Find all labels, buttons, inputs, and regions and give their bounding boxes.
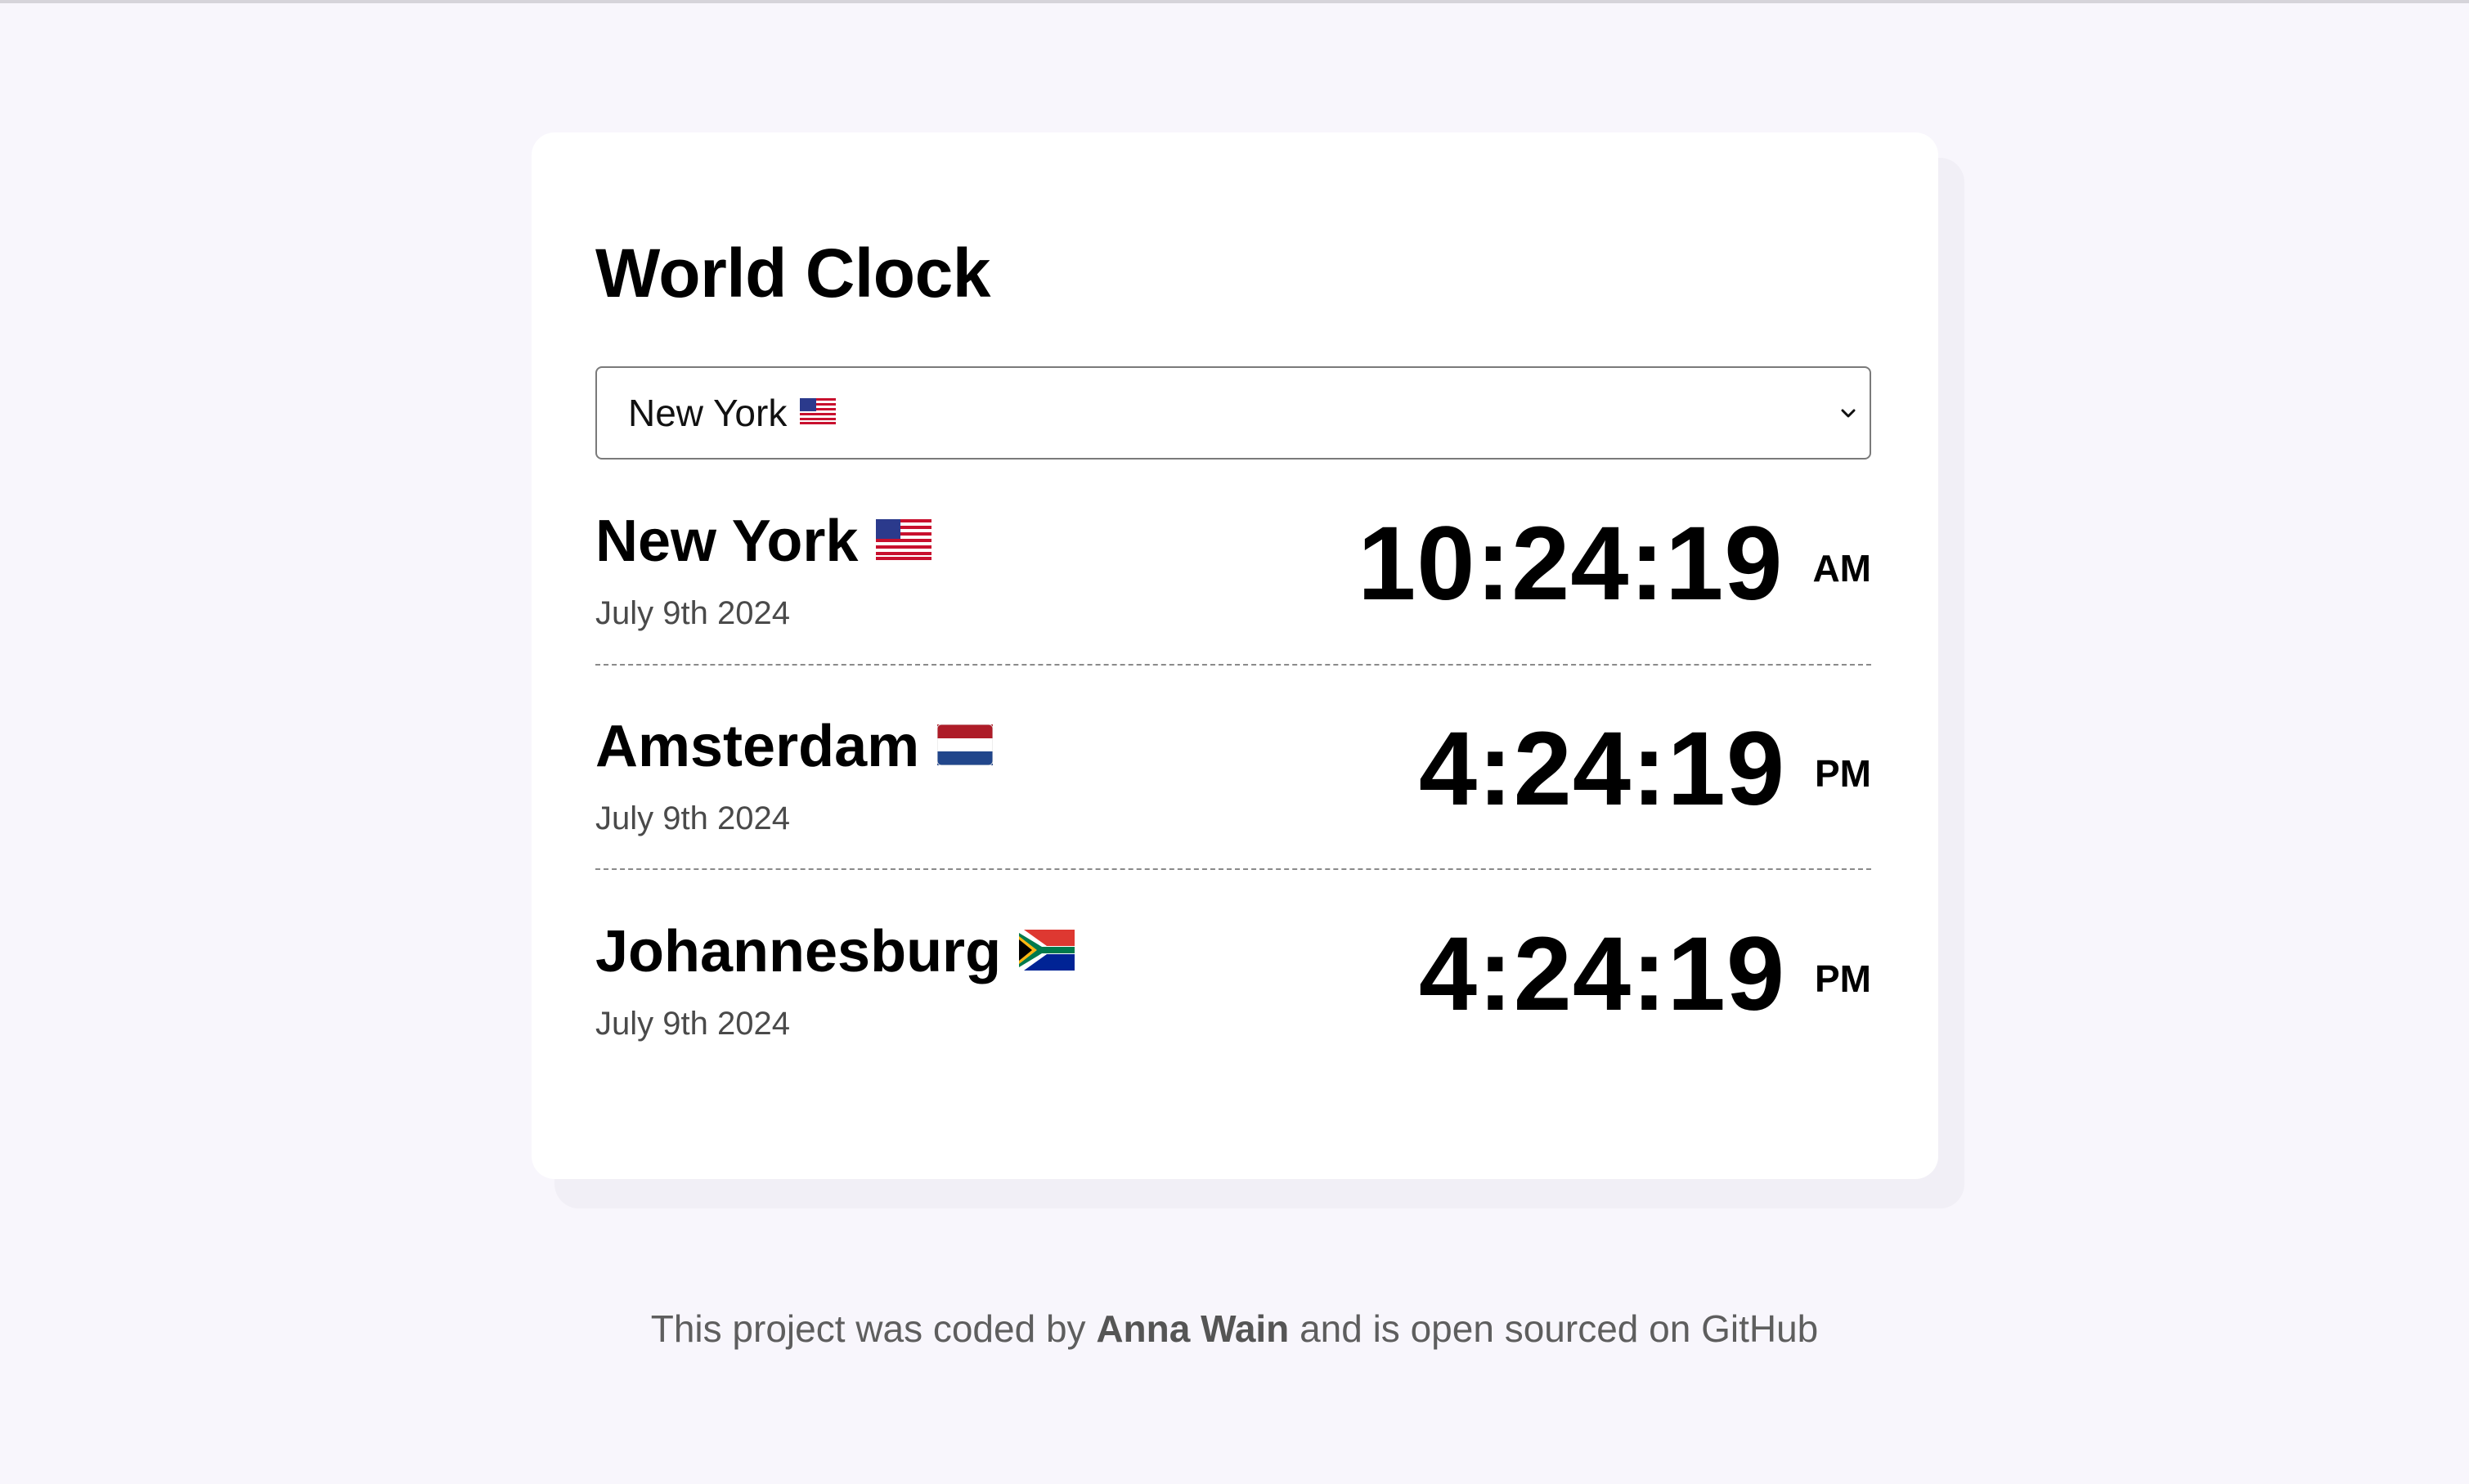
- city-name-label: Johannesburg: [595, 919, 1002, 984]
- clock-row-amsterdam: Amsterdam July 9th 2024 4:24:19 PM: [595, 717, 1871, 881]
- city-select-value: New York: [628, 392, 788, 434]
- author-name: Anna Wain: [1096, 1307, 1290, 1350]
- city-name-label: Amsterdam: [595, 714, 920, 779]
- south-africa-flag-icon: [1019, 921, 1075, 980]
- time-period: AM: [1812, 547, 1871, 590]
- time-period: PM: [1815, 752, 1871, 795]
- city-name: New York: [595, 509, 932, 575]
- city-date: July 9th 2024: [595, 800, 790, 836]
- city-name: Amsterdam: [595, 714, 994, 780]
- footer-prefix: This project was coded by: [650, 1307, 1086, 1350]
- time-display: 4:24:19 PM: [1419, 922, 1871, 1027]
- us-flag-icon: [800, 397, 837, 428]
- footer-middle: and is: [1300, 1307, 1400, 1350]
- city-date: July 9th 2024: [595, 595, 790, 631]
- time-value: 4:24:19: [1418, 916, 1785, 1033]
- time-value: 10:24:19: [1358, 505, 1784, 622]
- row-divider: [595, 664, 1871, 666]
- city-name-label: New York: [595, 509, 859, 574]
- page-title: World Clock: [595, 235, 991, 312]
- time-period: PM: [1815, 957, 1871, 1000]
- footer: This project was coded by Anna Wain and …: [0, 1307, 2469, 1351]
- clock-row-johannesburg: Johannesburg July 9th 2024 4:24:19 PM: [595, 922, 1871, 1086]
- time-display: 4:24:19 PM: [1419, 717, 1871, 822]
- city-name: Johannesburg: [595, 922, 1075, 985]
- clock-row-new-york: New York July 9th 2024 10:24:19 AM: [595, 512, 1871, 675]
- time-value: 4:24:19: [1418, 711, 1785, 827]
- time-display: 10:24:19 AM: [1358, 512, 1871, 616]
- netherlands-flag-icon: [936, 716, 994, 775]
- city-select[interactable]: New York: [595, 366, 1871, 460]
- top-border: [0, 0, 2469, 3]
- github-link[interactable]: open sourced on GitHub: [1411, 1307, 1819, 1350]
- row-divider: [595, 868, 1871, 870]
- us-flag-icon: [876, 511, 932, 570]
- city-date: July 9th 2024: [595, 1006, 790, 1042]
- chevron-down-icon: [1841, 409, 1856, 418]
